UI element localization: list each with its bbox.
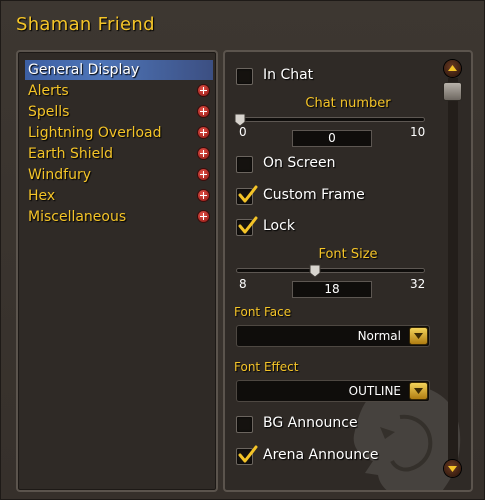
arena-announce-checkbox[interactable] <box>236 445 258 465</box>
checkmark-icon <box>238 445 258 463</box>
bg-announce-label: BG Announce <box>263 415 358 431</box>
plus-icon[interactable] <box>198 211 209 222</box>
chevron-down-icon[interactable] <box>410 383 427 399</box>
nav-item-label: Hex <box>28 188 56 204</box>
font-size-max: 32 <box>410 277 426 291</box>
in-chat-checkbox[interactable] <box>236 68 253 85</box>
options-scrollbar[interactable] <box>444 56 464 485</box>
checkmark-icon <box>238 185 258 203</box>
chat-number-min: 0 <box>239 125 247 139</box>
category-list: General Display Alerts Spells Lightning … <box>16 50 218 492</box>
custom-frame-label: Custom Frame <box>263 187 365 203</box>
scroll-track[interactable] <box>448 78 458 462</box>
chat-number-slider[interactable] <box>236 117 425 122</box>
on-screen-checkbox[interactable] <box>236 156 253 173</box>
nav-item-earth-shield[interactable]: Earth Shield <box>25 144 213 164</box>
nav-item-label: General Display <box>28 62 140 78</box>
nav-item-label: Miscellaneous <box>28 209 127 225</box>
font-face-value: Normal <box>357 329 401 343</box>
plus-icon[interactable] <box>198 169 209 180</box>
font-effect-value: OUTLINE <box>348 384 401 398</box>
window-title: Shaman Friend <box>16 14 155 35</box>
nav-item-hex[interactable]: Hex <box>25 186 213 206</box>
nav-item-label: Alerts <box>28 83 69 99</box>
font-effect-label: Font Effect <box>234 360 299 374</box>
font-effect-dropdown[interactable]: OUTLINE <box>236 380 430 402</box>
in-chat-label: In Chat <box>263 67 314 83</box>
scroll-down-icon[interactable] <box>444 460 461 477</box>
plus-icon[interactable] <box>198 106 209 117</box>
nav-item-lightning-overload[interactable]: Lightning Overload <box>25 123 213 143</box>
font-face-dropdown[interactable]: Normal <box>236 325 430 347</box>
nav-item-spells[interactable]: Spells <box>25 102 213 122</box>
lock-checkbox[interactable] <box>236 216 258 236</box>
nav-item-label: Spells <box>28 104 70 120</box>
plus-icon[interactable] <box>198 85 209 96</box>
font-size-slider-thumb[interactable] <box>309 264 321 278</box>
nav-item-label: Earth Shield <box>28 146 114 162</box>
chat-number-value[interactable]: 0 <box>292 130 372 147</box>
nav-item-general-display[interactable]: General Display <box>25 60 213 80</box>
nav-item-label: Lightning Overload <box>28 125 162 141</box>
scroll-thumb[interactable] <box>444 83 461 100</box>
plus-icon[interactable] <box>198 148 209 159</box>
chat-number-title: Chat number <box>305 96 391 111</box>
nav-item-miscellaneous[interactable]: Miscellaneous <box>25 207 213 227</box>
chat-number-max: 10 <box>410 125 426 139</box>
chevron-down-icon[interactable] <box>410 328 427 344</box>
checkmark-icon <box>238 216 258 234</box>
nav-item-label: Windfury <box>28 167 92 183</box>
plus-icon[interactable] <box>198 190 209 201</box>
options-panel: In Chat Chat number 0 10 0 On Screen Cus… <box>223 50 473 492</box>
font-size-value[interactable]: 18 <box>292 281 372 298</box>
font-size-title: Font Size <box>318 247 378 262</box>
nav-item-windfury[interactable]: Windfury <box>25 165 213 185</box>
font-size-min: 8 <box>239 277 247 291</box>
options-window: Shaman Friend General Display Alerts Spe… <box>0 0 485 500</box>
font-face-label: Font Face <box>234 305 292 319</box>
bg-announce-checkbox[interactable] <box>236 416 253 433</box>
scroll-up-icon[interactable] <box>444 60 461 77</box>
on-screen-label: On Screen <box>263 155 336 171</box>
plus-icon[interactable] <box>198 127 209 138</box>
custom-frame-checkbox[interactable] <box>236 185 258 205</box>
lock-label: Lock <box>263 218 295 234</box>
font-size-slider[interactable] <box>236 268 425 273</box>
arena-announce-label: Arena Announce <box>263 447 379 463</box>
nav-item-alerts[interactable]: Alerts <box>25 81 213 101</box>
